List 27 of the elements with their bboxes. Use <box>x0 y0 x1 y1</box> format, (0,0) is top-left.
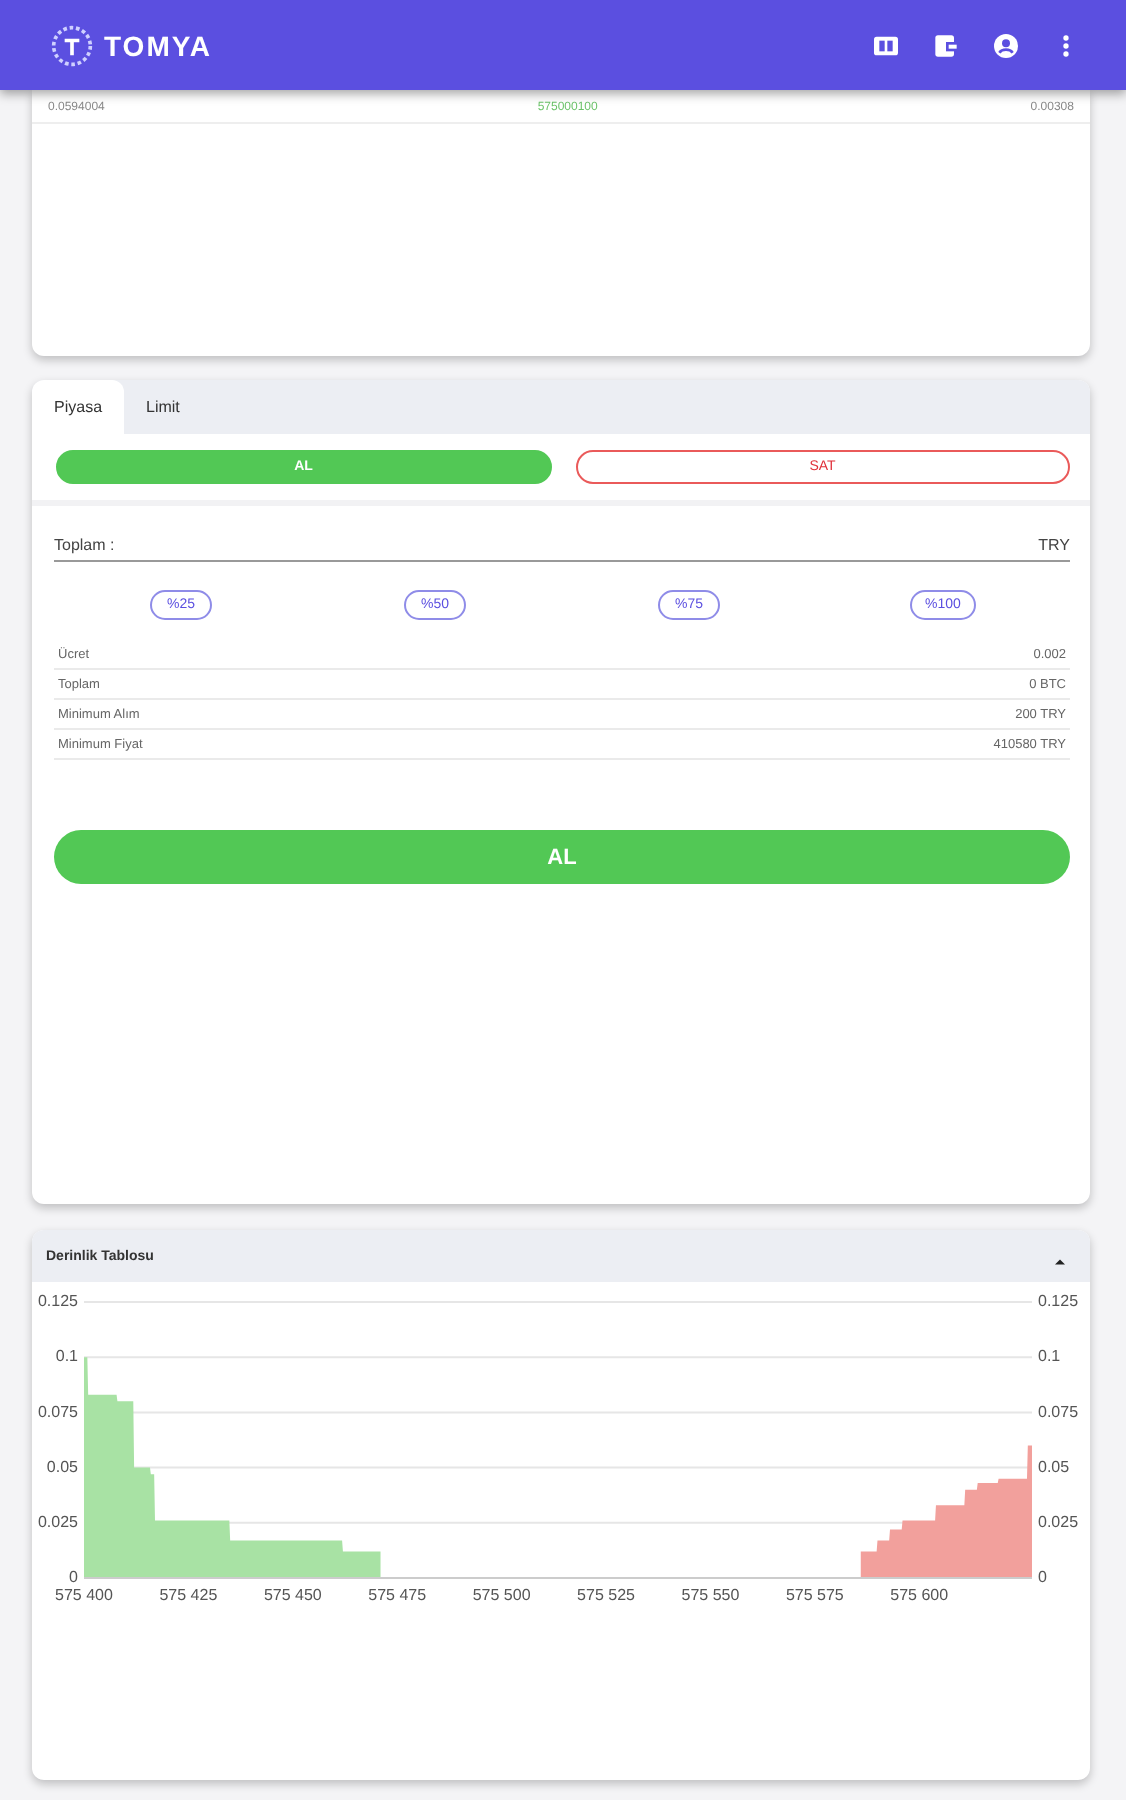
axis-label: 0.125 <box>1038 1292 1079 1311</box>
tab[interactable]: Piyasa <box>32 380 125 434</box>
axis-label: 0 <box>1038 1568 1047 1587</box>
axis-label: 575 400 <box>55 1586 113 1604</box>
axis-label: 575 425 <box>159 1586 218 1604</box>
axis-label: 575 475 <box>368 1586 427 1604</box>
axis-label: 575 550 <box>681 1586 740 1604</box>
axis-label: 0.1 <box>1038 1347 1061 1366</box>
axis-label: 0.075 <box>1038 1402 1079 1421</box>
total-field[interactable]: Toplam : TRY <box>54 526 1070 562</box>
axis-label: 575 600 <box>890 1586 949 1604</box>
logo-icon <box>50 23 94 67</box>
axis-label: 0.125 <box>37 1292 78 1311</box>
axis-label: 575 575 <box>785 1586 844 1604</box>
axis-label: 0.075 <box>37 1402 78 1421</box>
axis-label: 0.025 <box>37 1513 78 1531</box>
axis-label: 575 525 <box>577 1586 635 1604</box>
tab[interactable]: Limit <box>124 380 202 434</box>
axis-label: 0.025 <box>1038 1513 1079 1531</box>
axis-label: 575 500 <box>472 1586 531 1604</box>
app-title: TOMYA <box>104 29 213 61</box>
axis-label: 0 <box>69 1568 78 1587</box>
axis-label: 575 450 <box>263 1586 322 1604</box>
account-icon[interactable] <box>990 29 1022 61</box>
axis-label: 0.05 <box>46 1457 78 1476</box>
axis-label: 0.1 <box>55 1347 78 1366</box>
axis-label: 0.05 <box>1038 1457 1070 1476</box>
